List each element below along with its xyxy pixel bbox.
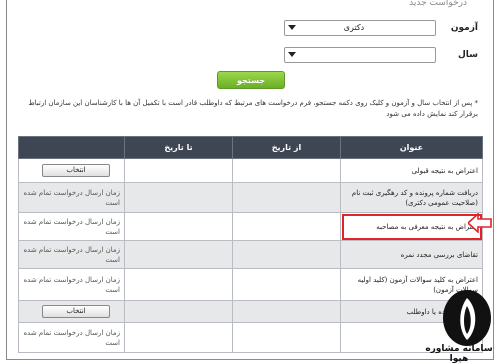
year-select[interactable]: [284, 47, 436, 63]
watermark-text: سامانه مشاوره هپوا: [425, 344, 493, 363]
year-row: سال: [284, 47, 478, 63]
header-title: عنوان: [340, 136, 483, 159]
chevron-down-icon: [288, 52, 296, 57]
table-row: شماره پرونده یا داوطلب انتخاب: [18, 300, 483, 323]
select-button[interactable]: انتخاب: [42, 305, 110, 318]
arrow-left-icon: [468, 213, 492, 233]
header-to-date: تا تاریخ: [124, 136, 233, 159]
requests-table: عنوان از تاریخ تا تاریخ اعتراض به نتیجه …: [18, 136, 483, 353]
table-header-row: عنوان از تاریخ تا تاریخ: [18, 136, 483, 159]
year-label: سال: [457, 50, 478, 60]
header-from-date: از تاریخ: [232, 136, 341, 159]
table-row: دریافت شماره پرونده و کد رهگیری ثبت نام …: [18, 182, 483, 213]
exam-select[interactable]: دکتری: [284, 20, 436, 36]
status-text: زمان ارسال درخواست تمام شده است: [18, 212, 125, 241]
exam-label: آزمون: [450, 23, 478, 33]
instruction-note: * پس از انتخاب سال و آزمون و کلیک روی دک…: [28, 99, 478, 118]
status-text: زمان ارسال درخواست تمام شده است: [18, 182, 125, 213]
header-action: [18, 136, 125, 159]
table-row: اعتراض به کلید سوالات آزمون (کلید اولیه …: [18, 268, 483, 301]
status-text: زمان ارسال درخواست تمام شده است: [18, 322, 125, 353]
form-legend: درخواست جدید: [405, 0, 471, 8]
exam-row: آزمون دکتری: [284, 20, 478, 36]
select-button[interactable]: انتخاب: [42, 164, 110, 177]
highlighted-title: اعتراض به نتیجه معرفی به مصاحبه: [340, 212, 483, 241]
status-text: زمان ارسال درخواست تمام شده است: [18, 268, 125, 301]
table-row: اعتراض به نتیجه قبولی انتخاب: [18, 158, 483, 183]
table-row: اعتراض به نتیجه معرفی به مصاحبه زمان ارس…: [18, 212, 483, 241]
status-text: زمان ارسال درخواست تمام شده است: [18, 240, 125, 269]
table-row: عمومی زمان ارسال درخواست تمام شده است: [18, 322, 483, 353]
chevron-down-icon: [288, 25, 296, 30]
table-row: تقاضای بررسی مجدد نمره زمان ارسال درخواس…: [18, 240, 483, 269]
search-button[interactable]: جستجو: [217, 71, 285, 89]
